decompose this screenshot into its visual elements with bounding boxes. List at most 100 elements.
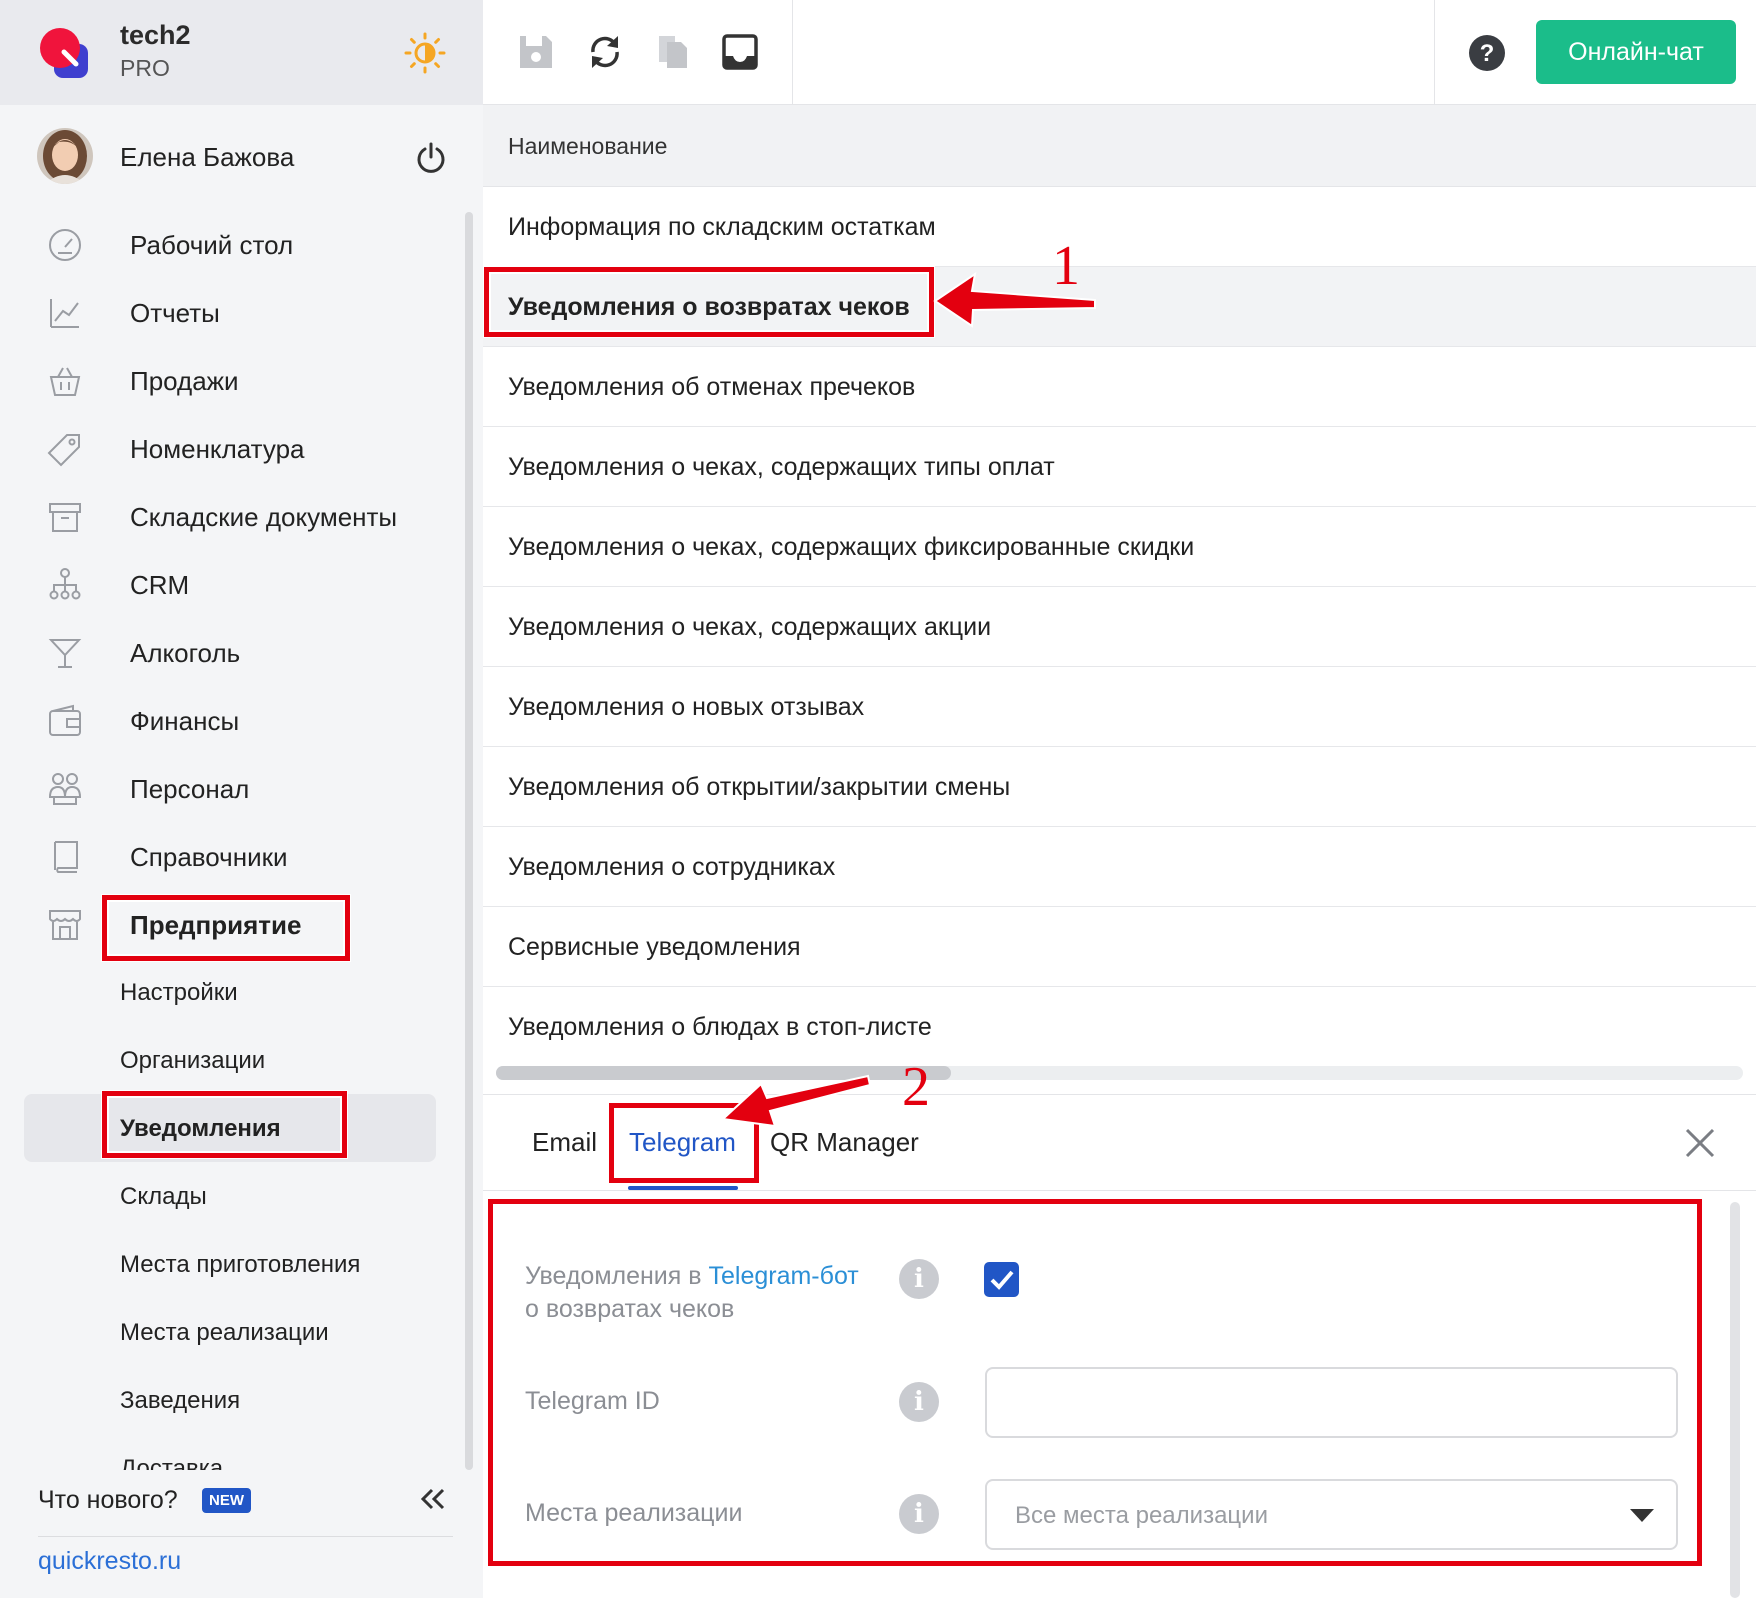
save-icon[interactable] <box>516 32 556 72</box>
nav-item-references[interactable]: Справочники <box>0 822 460 890</box>
sub-label: Места реализации <box>120 1319 329 1346</box>
table-row[interactable]: Уведомления об отменах пречеков <box>483 347 1756 427</box>
sub-item-notifications[interactable]: Уведомления <box>24 1094 436 1162</box>
whats-new-link[interactable]: Что нового? <box>38 1486 178 1515</box>
dropdown-arrow-icon <box>1630 1509 1654 1522</box>
column-header-label: Наименование <box>508 133 668 159</box>
telegram-id-label: Telegram ID <box>525 1387 660 1415</box>
nav-item-alcohol[interactable]: Алкоголь <box>0 618 460 686</box>
bot-label-suffix: о возвратах чеков <box>525 1295 735 1323</box>
sub-label: Места приготовления <box>120 1251 361 1278</box>
telegram-settings-form: Уведомления в Telegram-бот о возвратах ч… <box>483 1192 1756 1598</box>
bot-notify-checkbox[interactable] <box>984 1262 1019 1297</box>
nav-item-crm[interactable]: CRM <box>0 550 460 618</box>
table-row[interactable]: Уведомления о чеках, содержащих фиксиров… <box>483 507 1756 587</box>
nav-label: Номенклатура <box>130 434 305 464</box>
avatar[interactable] <box>37 128 93 184</box>
org-icon <box>49 568 81 600</box>
sub-item-sale-places[interactable]: Места реализации <box>0 1298 460 1366</box>
telegram-bot-link[interactable]: Telegram-бот <box>708 1262 858 1290</box>
theme-toggle-icon[interactable] <box>404 32 446 74</box>
close-icon[interactable] <box>1683 1126 1717 1160</box>
nav-item-sales[interactable]: Продажи <box>0 346 460 414</box>
sub-label: Настройки <box>120 979 238 1006</box>
nav-label: Справочники <box>130 842 288 872</box>
collapse-sidebar-icon[interactable] <box>418 1484 448 1514</box>
book-icon <box>54 841 78 873</box>
sub-item-settings[interactable]: Настройки <box>0 958 460 1026</box>
sale-places-select[interactable]: Все места реализации <box>985 1479 1678 1550</box>
table-row[interactable]: Уведомления об открытии/закрытии смены <box>483 747 1756 827</box>
company-name: tech2 <box>120 20 191 50</box>
tab-email[interactable]: Email <box>532 1127 597 1158</box>
plan-label: PRO <box>120 55 170 81</box>
nav-label: CRM <box>130 570 190 600</box>
tab-qr-manager[interactable]: QR Manager <box>770 1127 919 1158</box>
table-row[interactable]: Уведомления о блюдах в стоп-листе <box>483 987 1756 1067</box>
scrollbar-thumb[interactable] <box>496 1066 951 1080</box>
telegram-id-input[interactable] <box>985 1367 1678 1438</box>
people-icon <box>48 773 82 805</box>
svg-text:?: ? <box>1480 40 1495 67</box>
sub-label: Склады <box>120 1183 207 1210</box>
sub-item-organizations[interactable]: Организации <box>0 1026 460 1094</box>
nav-item-warehouse-docs[interactable]: Складские документы <box>0 482 460 550</box>
sub-item-establishments[interactable]: Заведения <box>0 1366 460 1434</box>
sidebar-footer: Что нового? NEW quickresto.ru <box>0 1470 483 1598</box>
table-row[interactable]: Уведомления о новых отзывах <box>483 667 1756 747</box>
sub-item-warehouses[interactable]: Склады <box>0 1162 460 1230</box>
nav-label: Алкоголь <box>130 638 241 668</box>
brand-header: tech2 PRO <box>0 0 483 105</box>
table-row[interactable]: Информация по складским остаткам <box>483 187 1756 267</box>
row-label: Уведомления о блюдах в стоп-листе <box>508 1013 932 1041</box>
user-panel: Елена Бажова <box>0 118 483 194</box>
table-row[interactable]: Уведомления о сотрудниках <box>483 827 1756 907</box>
inbox-icon[interactable] <box>720 32 760 72</box>
bot-label-prefix: Уведомления в <box>525 1262 709 1290</box>
table-row[interactable]: Уведомления о чеках, содержащих акции <box>483 587 1756 667</box>
user-name: Елена Бажова <box>120 142 295 172</box>
website-link[interactable]: quickresto.ru <box>38 1547 181 1576</box>
active-tab-indicator <box>628 1186 738 1190</box>
chart-icon <box>50 299 79 328</box>
tag-icon <box>47 434 80 467</box>
basket-icon <box>49 367 81 396</box>
divider <box>38 1536 453 1537</box>
logout-icon[interactable] <box>415 142 447 174</box>
copy-icon[interactable] <box>653 32 693 72</box>
sale-places-value: Все места реализации <box>1015 1502 1268 1529</box>
help-icon[interactable]: ? <box>1468 34 1506 72</box>
info-icon[interactable]: i <box>899 1494 939 1534</box>
sub-item-cooking-places[interactable]: Места приготовления <box>0 1230 460 1298</box>
toolbar: ? Онлайн-чат <box>483 0 1756 105</box>
form-scrollbar[interactable] <box>1730 1202 1740 1598</box>
online-chat-button[interactable]: Онлайн-чат <box>1536 20 1736 84</box>
sidebar-scrollbar[interactable] <box>465 212 473 1470</box>
app-logo-icon <box>40 28 88 78</box>
nav-item-staff[interactable]: Персонал <box>0 754 460 822</box>
tab-telegram[interactable]: Telegram <box>629 1127 736 1158</box>
refresh-icon[interactable] <box>585 32 625 72</box>
table-row-selected[interactable]: Уведомления о возвратах чеков <box>483 267 1756 347</box>
horizontal-scrollbar[interactable] <box>496 1066 1743 1080</box>
bot-notify-label: Уведомления в Telegram-бот о возвратах ч… <box>525 1260 859 1326</box>
nav-item-dashboard[interactable]: Рабочий стол <box>0 210 460 278</box>
store-icon <box>49 910 81 940</box>
archive-icon <box>49 503 81 532</box>
info-icon[interactable]: i <box>899 1382 939 1422</box>
nav-item-finance[interactable]: Финансы <box>0 686 460 754</box>
info-icon[interactable]: i <box>899 1259 939 1299</box>
table-row[interactable]: Сервисные уведомления <box>483 907 1756 987</box>
sub-label: Заведения <box>120 1387 241 1414</box>
nav-item-reports[interactable]: Отчеты <box>0 278 460 346</box>
nav-item-nomenclature[interactable]: Номенклатура <box>0 414 460 482</box>
row-label: Уведомления о чеках, содержащих фиксиров… <box>508 533 1195 561</box>
nav-item-enterprise[interactable]: Предприятие <box>0 890 460 958</box>
sub-label: Уведомления <box>120 1115 281 1142</box>
nav-label: Предприятие <box>130 910 302 940</box>
main-nav: Рабочий стол Отчеты Продажи Номенклатура… <box>0 210 460 1502</box>
nav-label: Персонал <box>130 774 250 804</box>
channel-tabs: Email Telegram QR Manager <box>483 1095 1756 1191</box>
column-header[interactable]: Наименование <box>483 105 1756 187</box>
table-row[interactable]: Уведомления о чеках, содержащих типы опл… <box>483 427 1756 507</box>
